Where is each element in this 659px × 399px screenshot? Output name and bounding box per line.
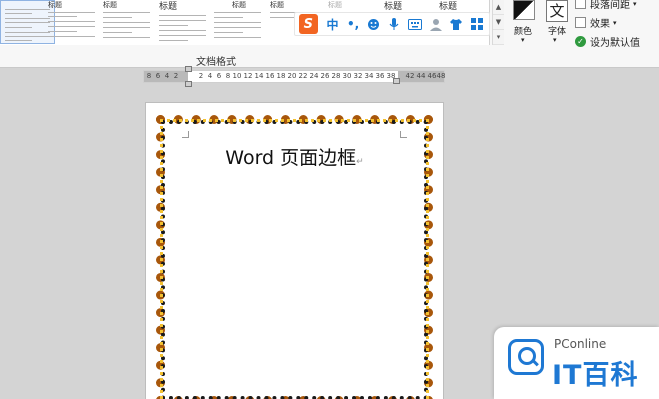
colors-dropdown-icon[interactable]: ▾ [521, 36, 525, 44]
design-options: 颜色 ▾ 文 字体 ▾ 段落间距 ▾ 效果 ▾ ✓ 设为默认值 [505, 0, 659, 68]
ruler-tick-label: 46 [427, 72, 437, 80]
keyboard-icon[interactable] [406, 15, 424, 34]
ruler-tick-label: 48 [436, 72, 446, 80]
crop-mark [182, 131, 189, 138]
fonts-label[interactable]: 字体 [548, 24, 566, 37]
ruler-tick-label: 12 [243, 72, 253, 80]
ruler-tick-label: 22 [298, 72, 308, 80]
style-thumbnail[interactable]: 标题 [155, 0, 210, 44]
document-title[interactable]: Word 页面边框↵ [146, 143, 443, 170]
ribbon: 标题 标题 标题 标题 标题 标题 标题 标题 ▲ ▼ ▾ S 中 •, 文档格… [0, 0, 659, 68]
ruler-tick-label: 8 [146, 72, 152, 80]
left-indent-marker[interactable] [185, 81, 192, 87]
document-page[interactable]: Word 页面边框↵ [146, 103, 443, 399]
ruler-tick-label: 34 [364, 72, 374, 80]
ruler-tick-label: 14 [254, 72, 264, 80]
fonts-dropdown-icon[interactable]: ▾ [553, 36, 557, 44]
ruler-tick-label: 2 [198, 72, 204, 80]
style-thumbnail[interactable]: 标题 [99, 0, 154, 44]
ruler-tick-label: 42 [405, 72, 415, 80]
ime-toolbar: S 中 •, [294, 12, 490, 36]
ruler-tick-label: 18 [276, 72, 286, 80]
pconline-watermark: PConline IT百科 [494, 327, 659, 399]
ruler-tick-label: 8 [225, 72, 231, 80]
ruler-tick-label: 4 [207, 72, 213, 80]
ruler-tick-label: 6 [216, 72, 222, 80]
font-icon[interactable]: 文 [546, 0, 568, 22]
paragraph-spacing-icon [575, 0, 586, 9]
magnifier-logo-icon [508, 339, 544, 375]
ruler-tick-label: 6 [155, 72, 161, 80]
style-thumbnail[interactable]: 标题 [210, 0, 265, 44]
ruler-tick-label: 26 [320, 72, 330, 80]
gallery-more-icon[interactable]: ▾ [493, 30, 504, 45]
ime-punctuation-button[interactable]: •, [344, 15, 362, 34]
right-indent-marker[interactable] [393, 78, 400, 84]
document-formatting-group-label: 文档格式 [196, 57, 236, 68]
checkmark-icon: ✓ [575, 36, 586, 47]
chevron-down-icon: ▾ [633, 0, 637, 8]
skin-icon[interactable] [427, 15, 445, 34]
ruler-tick-label: 4 [164, 72, 170, 80]
ruler-tick-label: 16 [265, 72, 275, 80]
shirt-icon[interactable] [448, 15, 466, 34]
chevron-down-icon: ▾ [613, 18, 617, 27]
gallery-scroll-down-icon[interactable]: ▼ [493, 15, 504, 30]
set-as-default-button[interactable]: ✓ 设为默认值 [575, 34, 640, 49]
watermark-name: IT百科 [552, 360, 639, 391]
ruler-tick-label: 28 [331, 72, 341, 80]
microphone-icon[interactable] [386, 15, 404, 34]
ruler-tick-label: 44 [416, 72, 426, 80]
ruler-tick-label: 2 [173, 72, 179, 80]
colors-icon[interactable] [513, 0, 535, 20]
crop-mark [400, 131, 407, 138]
ime-mode-button[interactable]: 中 [324, 15, 342, 34]
toolbox-icon[interactable] [468, 15, 486, 34]
gallery-scroll: ▲ ▼ ▾ [492, 0, 504, 45]
sogou-logo-icon[interactable]: S [299, 14, 318, 34]
ruler-tick-label: 32 [353, 72, 363, 80]
emoji-icon[interactable] [365, 15, 383, 34]
watermark-brand: PConline [554, 337, 607, 351]
style-thumbnail[interactable]: 标题 [44, 0, 99, 44]
ruler-tick-label: 20 [287, 72, 297, 80]
ruler-tick-label: 36 [375, 72, 385, 80]
ruler-tick-label: 24 [309, 72, 319, 80]
gallery-scroll-up-icon[interactable]: ▲ [493, 0, 504, 15]
first-line-indent-marker[interactable] [185, 66, 192, 72]
ruler-tick-label: 30 [342, 72, 352, 80]
paragraph-mark: ↵ [356, 157, 364, 167]
effects-icon [575, 17, 586, 28]
effects-button[interactable]: 效果 ▾ [575, 15, 617, 30]
ruler-tick-label: 10 [232, 72, 242, 80]
paragraph-spacing-button[interactable]: 段落间距 ▾ [575, 0, 637, 11]
